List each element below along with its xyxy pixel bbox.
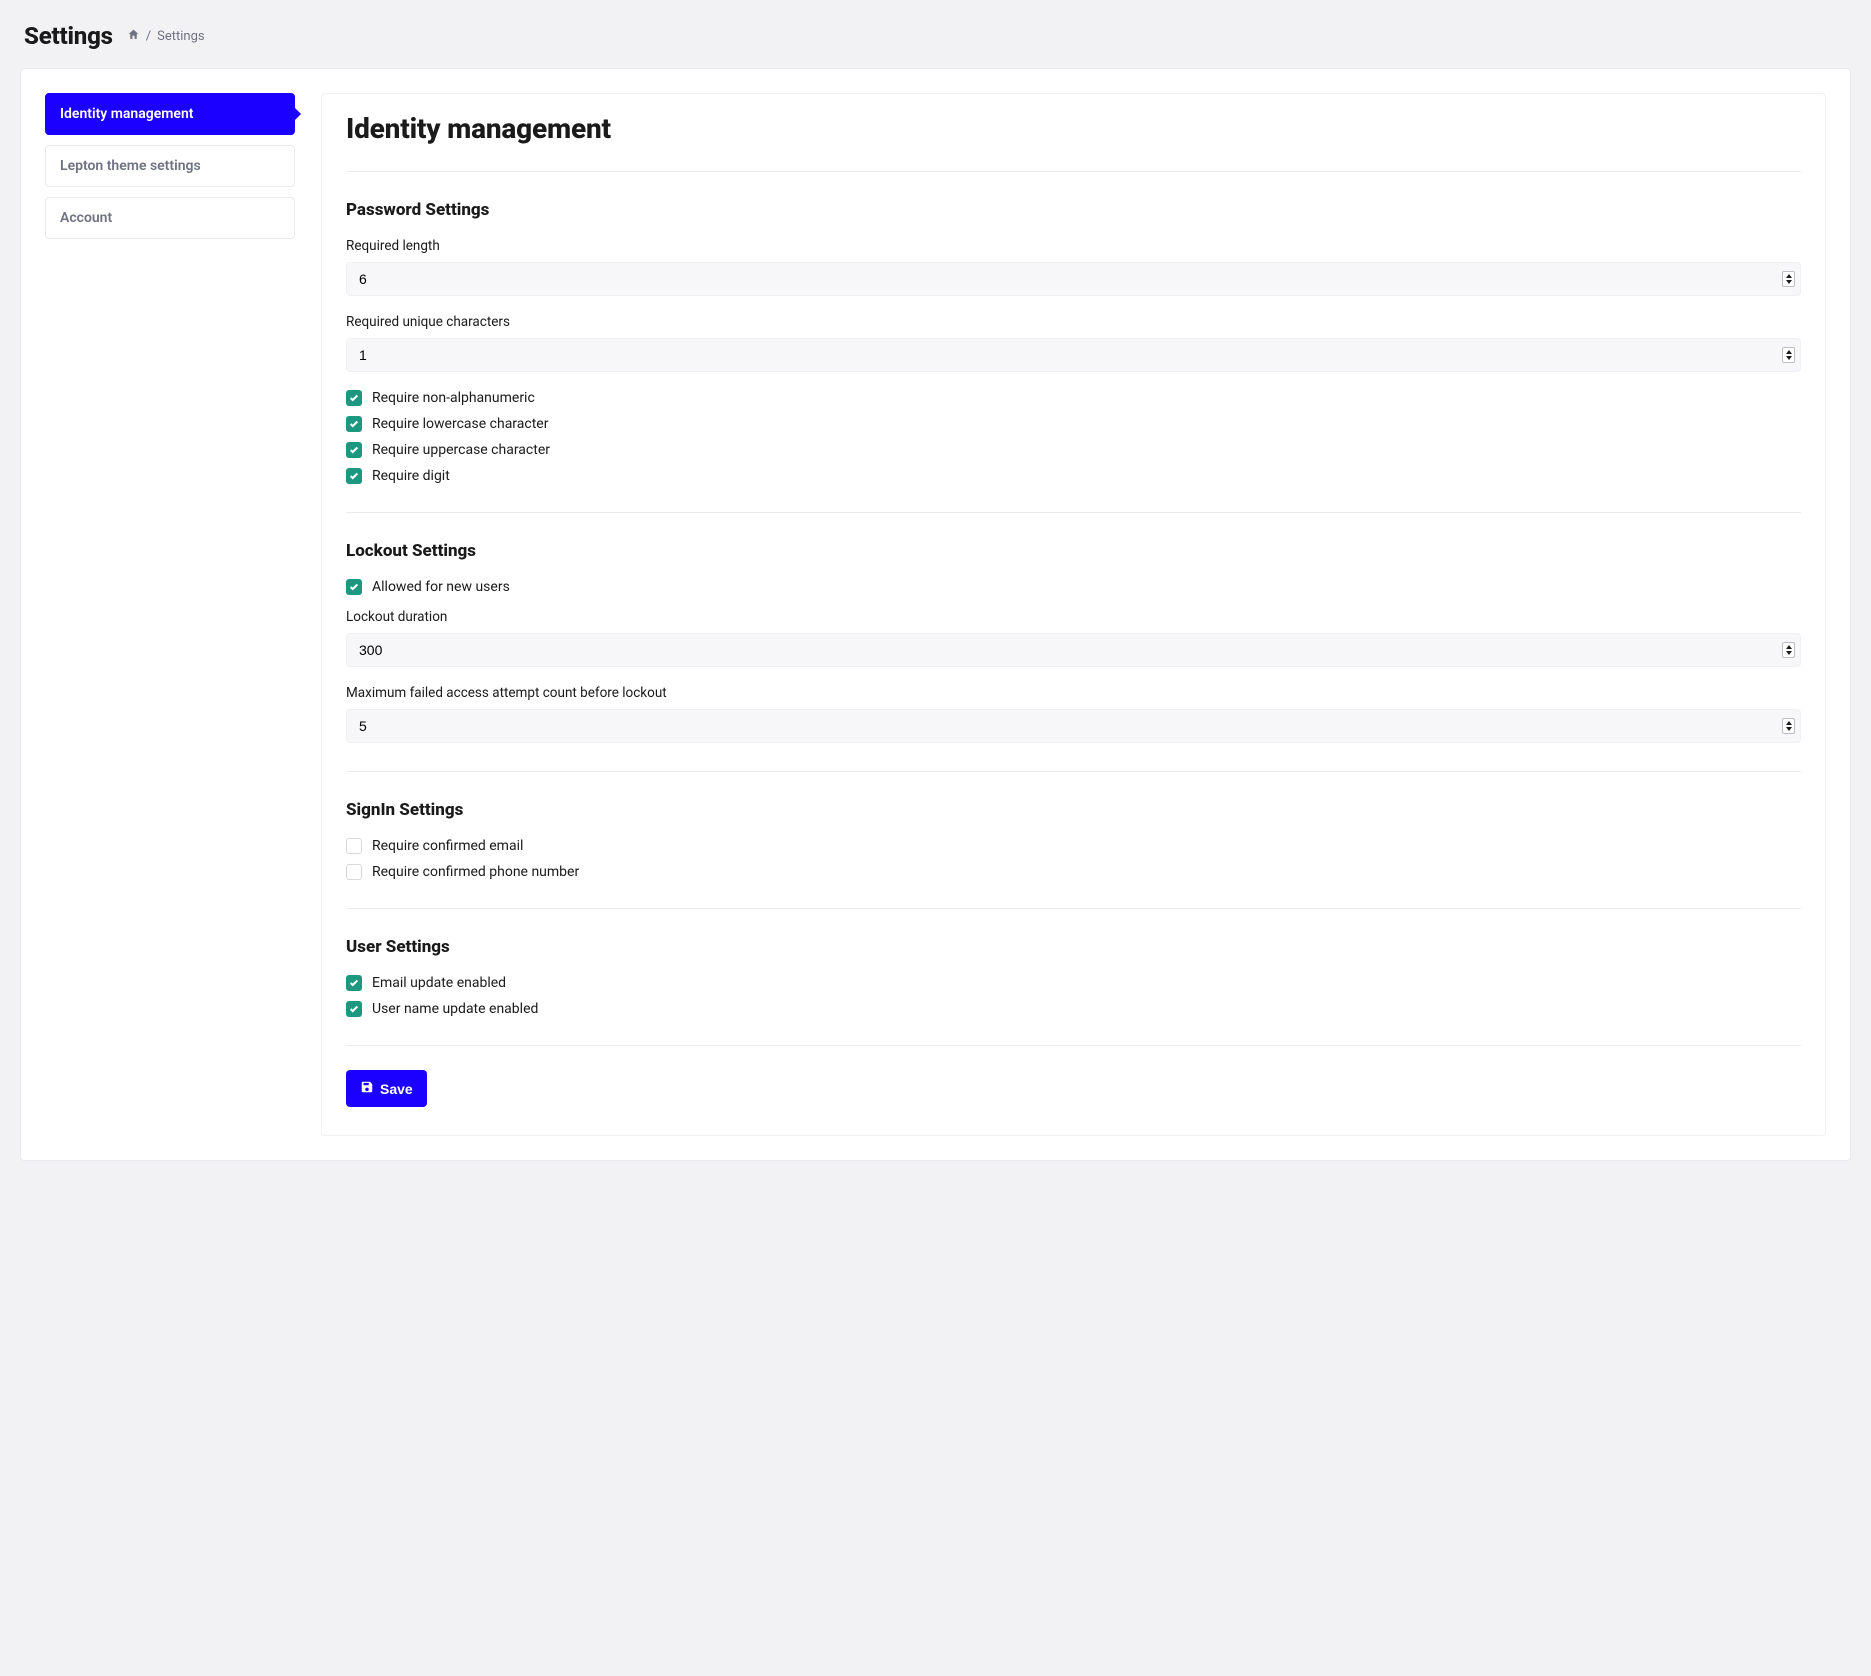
section-heading-lockout: Lockout Settings bbox=[346, 541, 1801, 561]
required-length-label: Required length bbox=[346, 238, 1801, 254]
username-update-checkbox[interactable] bbox=[346, 1001, 362, 1017]
require-confirmed-phone-checkbox[interactable] bbox=[346, 864, 362, 880]
number-stepper-icon[interactable] bbox=[1782, 718, 1795, 734]
breadcrumb-current: Settings bbox=[157, 29, 204, 44]
require-digit-checkbox[interactable] bbox=[346, 468, 362, 484]
sidebar-item-label: Account bbox=[46, 198, 294, 238]
require-confirmed-email-label[interactable]: Require confirmed email bbox=[372, 838, 523, 854]
required-length-input[interactable] bbox=[346, 262, 1801, 296]
sidebar-item-label: Lepton theme settings bbox=[46, 146, 294, 186]
sidebar-item-lepton-theme-settings[interactable]: Lepton theme settings bbox=[45, 145, 295, 187]
allowed-new-users-label[interactable]: Allowed for new users bbox=[372, 579, 510, 595]
number-stepper-icon[interactable] bbox=[1782, 642, 1795, 658]
page-title: Settings bbox=[24, 22, 113, 50]
max-failed-input[interactable] bbox=[346, 709, 1801, 743]
divider bbox=[346, 1045, 1801, 1046]
require-confirmed-email-checkbox[interactable] bbox=[346, 838, 362, 854]
require-digit-label[interactable]: Require digit bbox=[372, 468, 450, 484]
save-button-label: Save bbox=[380, 1081, 413, 1097]
require-uppercase-checkbox[interactable] bbox=[346, 442, 362, 458]
section-heading-user: User Settings bbox=[346, 937, 1801, 957]
require-lowercase-checkbox[interactable] bbox=[346, 416, 362, 432]
breadcrumb-separator: / bbox=[146, 29, 151, 44]
save-icon bbox=[360, 1080, 374, 1097]
max-failed-label: Maximum failed access attempt count befo… bbox=[346, 685, 1801, 701]
lockout-duration-label: Lockout duration bbox=[346, 609, 1801, 625]
section-heading-signin: SignIn Settings bbox=[346, 800, 1801, 820]
username-update-label[interactable]: User name update enabled bbox=[372, 1001, 538, 1017]
require-nonalpha-checkbox[interactable] bbox=[346, 390, 362, 406]
lockout-duration-input[interactable] bbox=[346, 633, 1801, 667]
save-button[interactable]: Save bbox=[346, 1070, 427, 1107]
email-update-label[interactable]: Email update enabled bbox=[372, 975, 506, 991]
sidebar-item-label: Identity management bbox=[46, 94, 294, 134]
allowed-new-users-checkbox[interactable] bbox=[346, 579, 362, 595]
breadcrumb: / Settings bbox=[127, 28, 205, 45]
home-icon[interactable] bbox=[127, 28, 140, 45]
content-title: Identity management bbox=[346, 112, 1801, 145]
require-confirmed-phone-label[interactable]: Require confirmed phone number bbox=[372, 864, 579, 880]
sidebar-item-identity-management[interactable]: Identity management bbox=[45, 93, 295, 135]
section-heading-password: Password Settings bbox=[346, 200, 1801, 220]
unique-chars-label: Required unique characters bbox=[346, 314, 1801, 330]
number-stepper-icon[interactable] bbox=[1782, 347, 1795, 363]
email-update-checkbox[interactable] bbox=[346, 975, 362, 991]
unique-chars-input[interactable] bbox=[346, 338, 1801, 372]
require-nonalpha-label[interactable]: Require non-alphanumeric bbox=[372, 390, 535, 406]
require-lowercase-label[interactable]: Require lowercase character bbox=[372, 416, 548, 432]
number-stepper-icon[interactable] bbox=[1782, 271, 1795, 287]
sidebar-item-account[interactable]: Account bbox=[45, 197, 295, 239]
require-uppercase-label[interactable]: Require uppercase character bbox=[372, 442, 550, 458]
